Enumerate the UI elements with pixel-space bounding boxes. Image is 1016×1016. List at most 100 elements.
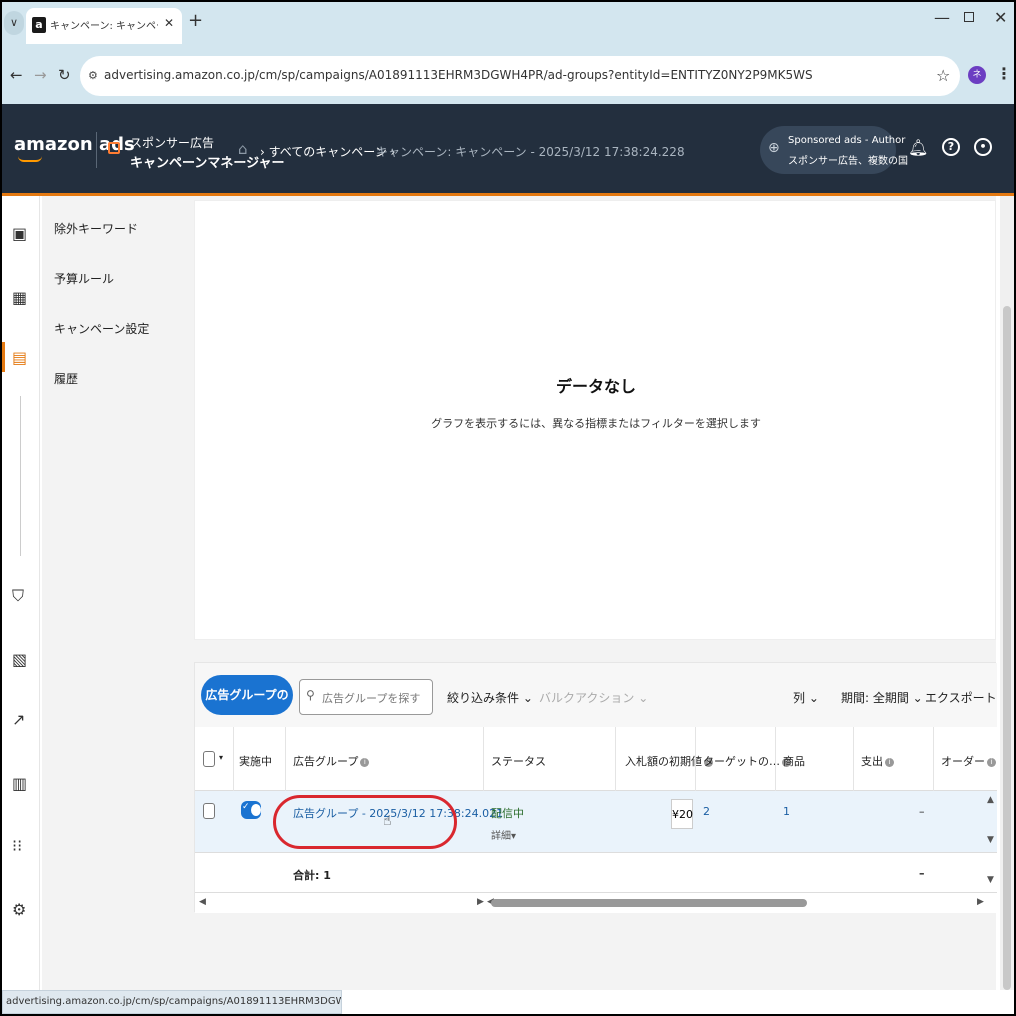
subnav-campaign-settings[interactable]: キャンペーン設定: [54, 320, 149, 337]
col-status[interactable]: ステータス: [491, 753, 546, 769]
tab-close-icon[interactable]: ✕: [164, 16, 174, 30]
scroll-down-icon[interactable]: ▼: [987, 875, 994, 885]
icon-rail: ▣ ▦ ▤ ⛉ ▧ ↗ ▥ ⁝⁝ ⚙: [2, 196, 40, 990]
col-targets-label: ターゲットの…: [703, 755, 780, 768]
account-marketplaces: スポンサー広告、複数の国: [788, 156, 908, 167]
main-content: データなし グラフを表示するには、異なる指標またはフィルターを選択します 広告グ…: [180, 196, 997, 990]
browser-window: ∨ a キャンペーン: キャンペーン - 2025/3/ ✕ + — ✕ ← →…: [2, 2, 1014, 1014]
table-vertical-scrollbar[interactable]: ▲ ▼ ▼: [987, 791, 997, 893]
table-row: ✓ 広告グループ - 2025/3/12 17:38:24.021 ☝ 配信中 …: [195, 791, 997, 853]
user-account-icon[interactable]: •: [974, 138, 992, 156]
col-ad-group-label: 広告グループ: [293, 755, 359, 768]
col-ad-group[interactable]: 広告グループ i: [293, 753, 370, 769]
account-switcher[interactable]: ⊕ Sponsored ads - Author スポンサー広告、複数の国: [760, 126, 908, 174]
restore-icon[interactable]: [964, 12, 974, 22]
chart-empty-message: グラフを表示するには、異なる指標またはフィルターを選択します: [431, 417, 761, 430]
rail-active-indicator: [2, 342, 5, 372]
info-icon[interactable]: i: [885, 757, 894, 767]
minimize-icon[interactable]: —: [934, 8, 950, 27]
product-subtitle: スポンサー広告: [130, 136, 215, 150]
browser-tab[interactable]: a キャンペーン: キャンペーン - 2025/3/ ✕: [26, 8, 182, 44]
col-targets[interactable]: ターゲットの… i: [703, 753, 791, 769]
settings-gear-icon[interactable]: ⚙: [12, 900, 26, 919]
select-dropdown-icon[interactable]: ▾: [219, 753, 223, 762]
col-orders[interactable]: オーダー i: [941, 753, 996, 769]
campaign-manager-rail-icon[interactable]: ▤: [12, 348, 27, 367]
col-active[interactable]: 実施中: [239, 753, 272, 769]
subnav-budget-rules[interactable]: 予算ルール: [54, 270, 114, 287]
bookmark-star-icon[interactable]: ☆: [936, 66, 950, 85]
scroll-right-icon[interactable]: ▶: [977, 897, 984, 907]
scroll-up-icon[interactable]: ▲: [987, 795, 994, 805]
page-scrollbar[interactable]: [1000, 196, 1014, 990]
amazon-favicon-icon: a: [32, 17, 46, 33]
page-scroll-thumb[interactable]: [1003, 306, 1011, 990]
search-placeholder: 広告グループを探す: [322, 692, 421, 705]
ad-groups-table-card: 広告グループの作成 ⚲ 広告グループを探す 絞り込み条件 ⌄ バルクアクション …: [194, 662, 997, 913]
scroll-down-icon[interactable]: ▼: [987, 835, 994, 845]
date-range-dropdown[interactable]: 期間: 全期間 ⌄: [841, 689, 923, 706]
tab-search-dropdown-icon[interactable]: ∨: [4, 11, 24, 35]
header-divider: [96, 132, 97, 168]
media-icon[interactable]: ▧: [12, 650, 27, 669]
bulk-actions-dropdown[interactable]: バルクアクション ⌄: [539, 689, 648, 706]
subnav-history[interactable]: 履歴: [54, 370, 78, 387]
active-toggle[interactable]: ✓: [241, 801, 261, 819]
scroll-left-icon[interactable]: ◀: [199, 897, 206, 907]
home-icon[interactable]: ⌂: [238, 140, 248, 158]
columns-dropdown[interactable]: 列 ⌄: [793, 689, 819, 706]
notifications-bell-icon[interactable]: 🔔︎: [908, 138, 928, 157]
browser-menu-icon[interactable]: ⋮: [996, 64, 1012, 83]
table-toolbar: 広告グループの作成 ⚲ 広告グループを探す 絞り込み条件 ⌄ バルクアクション …: [195, 663, 997, 742]
window-close-icon[interactable]: ✕: [994, 8, 1007, 27]
select-all-checkbox[interactable]: [203, 751, 215, 767]
tab-title: キャンペーン: キャンペーン - 2025/3/: [50, 21, 158, 32]
scroll-thumb[interactable]: [491, 899, 807, 907]
col-orders-label: オーダー: [941, 755, 985, 768]
new-tab-icon[interactable]: +: [188, 10, 203, 31]
filter-dropdown[interactable]: 絞り込み条件 ⌄: [447, 689, 533, 706]
address-bar[interactable]: ⚙ advertising.amazon.co.jp/cm/sp/campaig…: [80, 56, 960, 96]
forward-icon[interactable]: →: [34, 66, 47, 84]
apps-grid-icon[interactable]: ⁝⁝: [12, 836, 22, 855]
url-text[interactable]: advertising.amazon.co.jp/cm/sp/campaigns…: [104, 68, 813, 82]
info-icon[interactable]: i: [360, 757, 370, 767]
scroll-right-icon[interactable]: ▶: [477, 897, 484, 907]
campaign-sub-nav: 除外キーワード 予算ルール キャンペーン設定 履歴: [42, 196, 180, 990]
col-products[interactable]: 商品: [783, 753, 805, 769]
reports-chart-icon[interactable]: ▥: [12, 774, 27, 793]
reload-icon[interactable]: ↻: [58, 66, 71, 84]
dashboard-icon[interactable]: ▦: [12, 288, 27, 307]
create-ad-group-button[interactable]: 広告グループの作成: [201, 675, 293, 742]
shield-icon[interactable]: ⛉: [12, 586, 24, 606]
profile-avatar[interactable]: ネ: [968, 66, 986, 84]
default-bid-input[interactable]: ¥20: [671, 799, 693, 829]
col-default-bid[interactable]: 入札額の初期値 i: [625, 753, 713, 769]
growth-icon[interactable]: ↗: [12, 710, 25, 729]
col-spend-label: 支出: [861, 755, 883, 768]
rail-divider: [20, 396, 21, 556]
targets-count-link[interactable]: 2: [703, 805, 710, 818]
status-value: 配信中: [491, 807, 524, 820]
col-spend[interactable]: 支出 i: [861, 753, 894, 769]
breadcrumb-current: キャンペーン: キャンペーン - 2025/3/12 17:38:24.228: [376, 145, 685, 159]
back-icon[interactable]: ←: [10, 66, 23, 84]
subnav-negative-keywords[interactable]: 除外キーワード: [54, 220, 138, 237]
ad-group-search-input[interactable]: ⚲ 広告グループを探す: [299, 679, 433, 715]
briefcase-icon[interactable]: ▣: [12, 224, 27, 243]
total-spend: –: [919, 867, 925, 880]
info-icon[interactable]: i: [987, 757, 996, 767]
status-details-toggle[interactable]: 詳細▾: [491, 827, 516, 842]
check-icon: ✓: [242, 802, 250, 812]
account-name: Sponsored ads - Author: [788, 135, 906, 146]
help-icon[interactable]: ?: [942, 138, 960, 156]
chart-empty-title: データなし: [555, 377, 636, 396]
total-label: 合計: 1: [293, 869, 331, 882]
products-count-link[interactable]: 1: [783, 805, 790, 818]
site-info-icon[interactable]: ⚙: [88, 69, 98, 82]
performance-chart-card: データなし グラフを表示するには、異なる指標またはフィルターを選択します: [194, 200, 996, 640]
export-button[interactable]: エクスポート: [925, 689, 997, 706]
table-horizontal-scrollbar[interactable]: ◀ ▶ ◀ ▶: [195, 893, 997, 913]
row-checkbox[interactable]: [203, 803, 215, 819]
hand-cursor-icon: ☝: [383, 813, 392, 829]
